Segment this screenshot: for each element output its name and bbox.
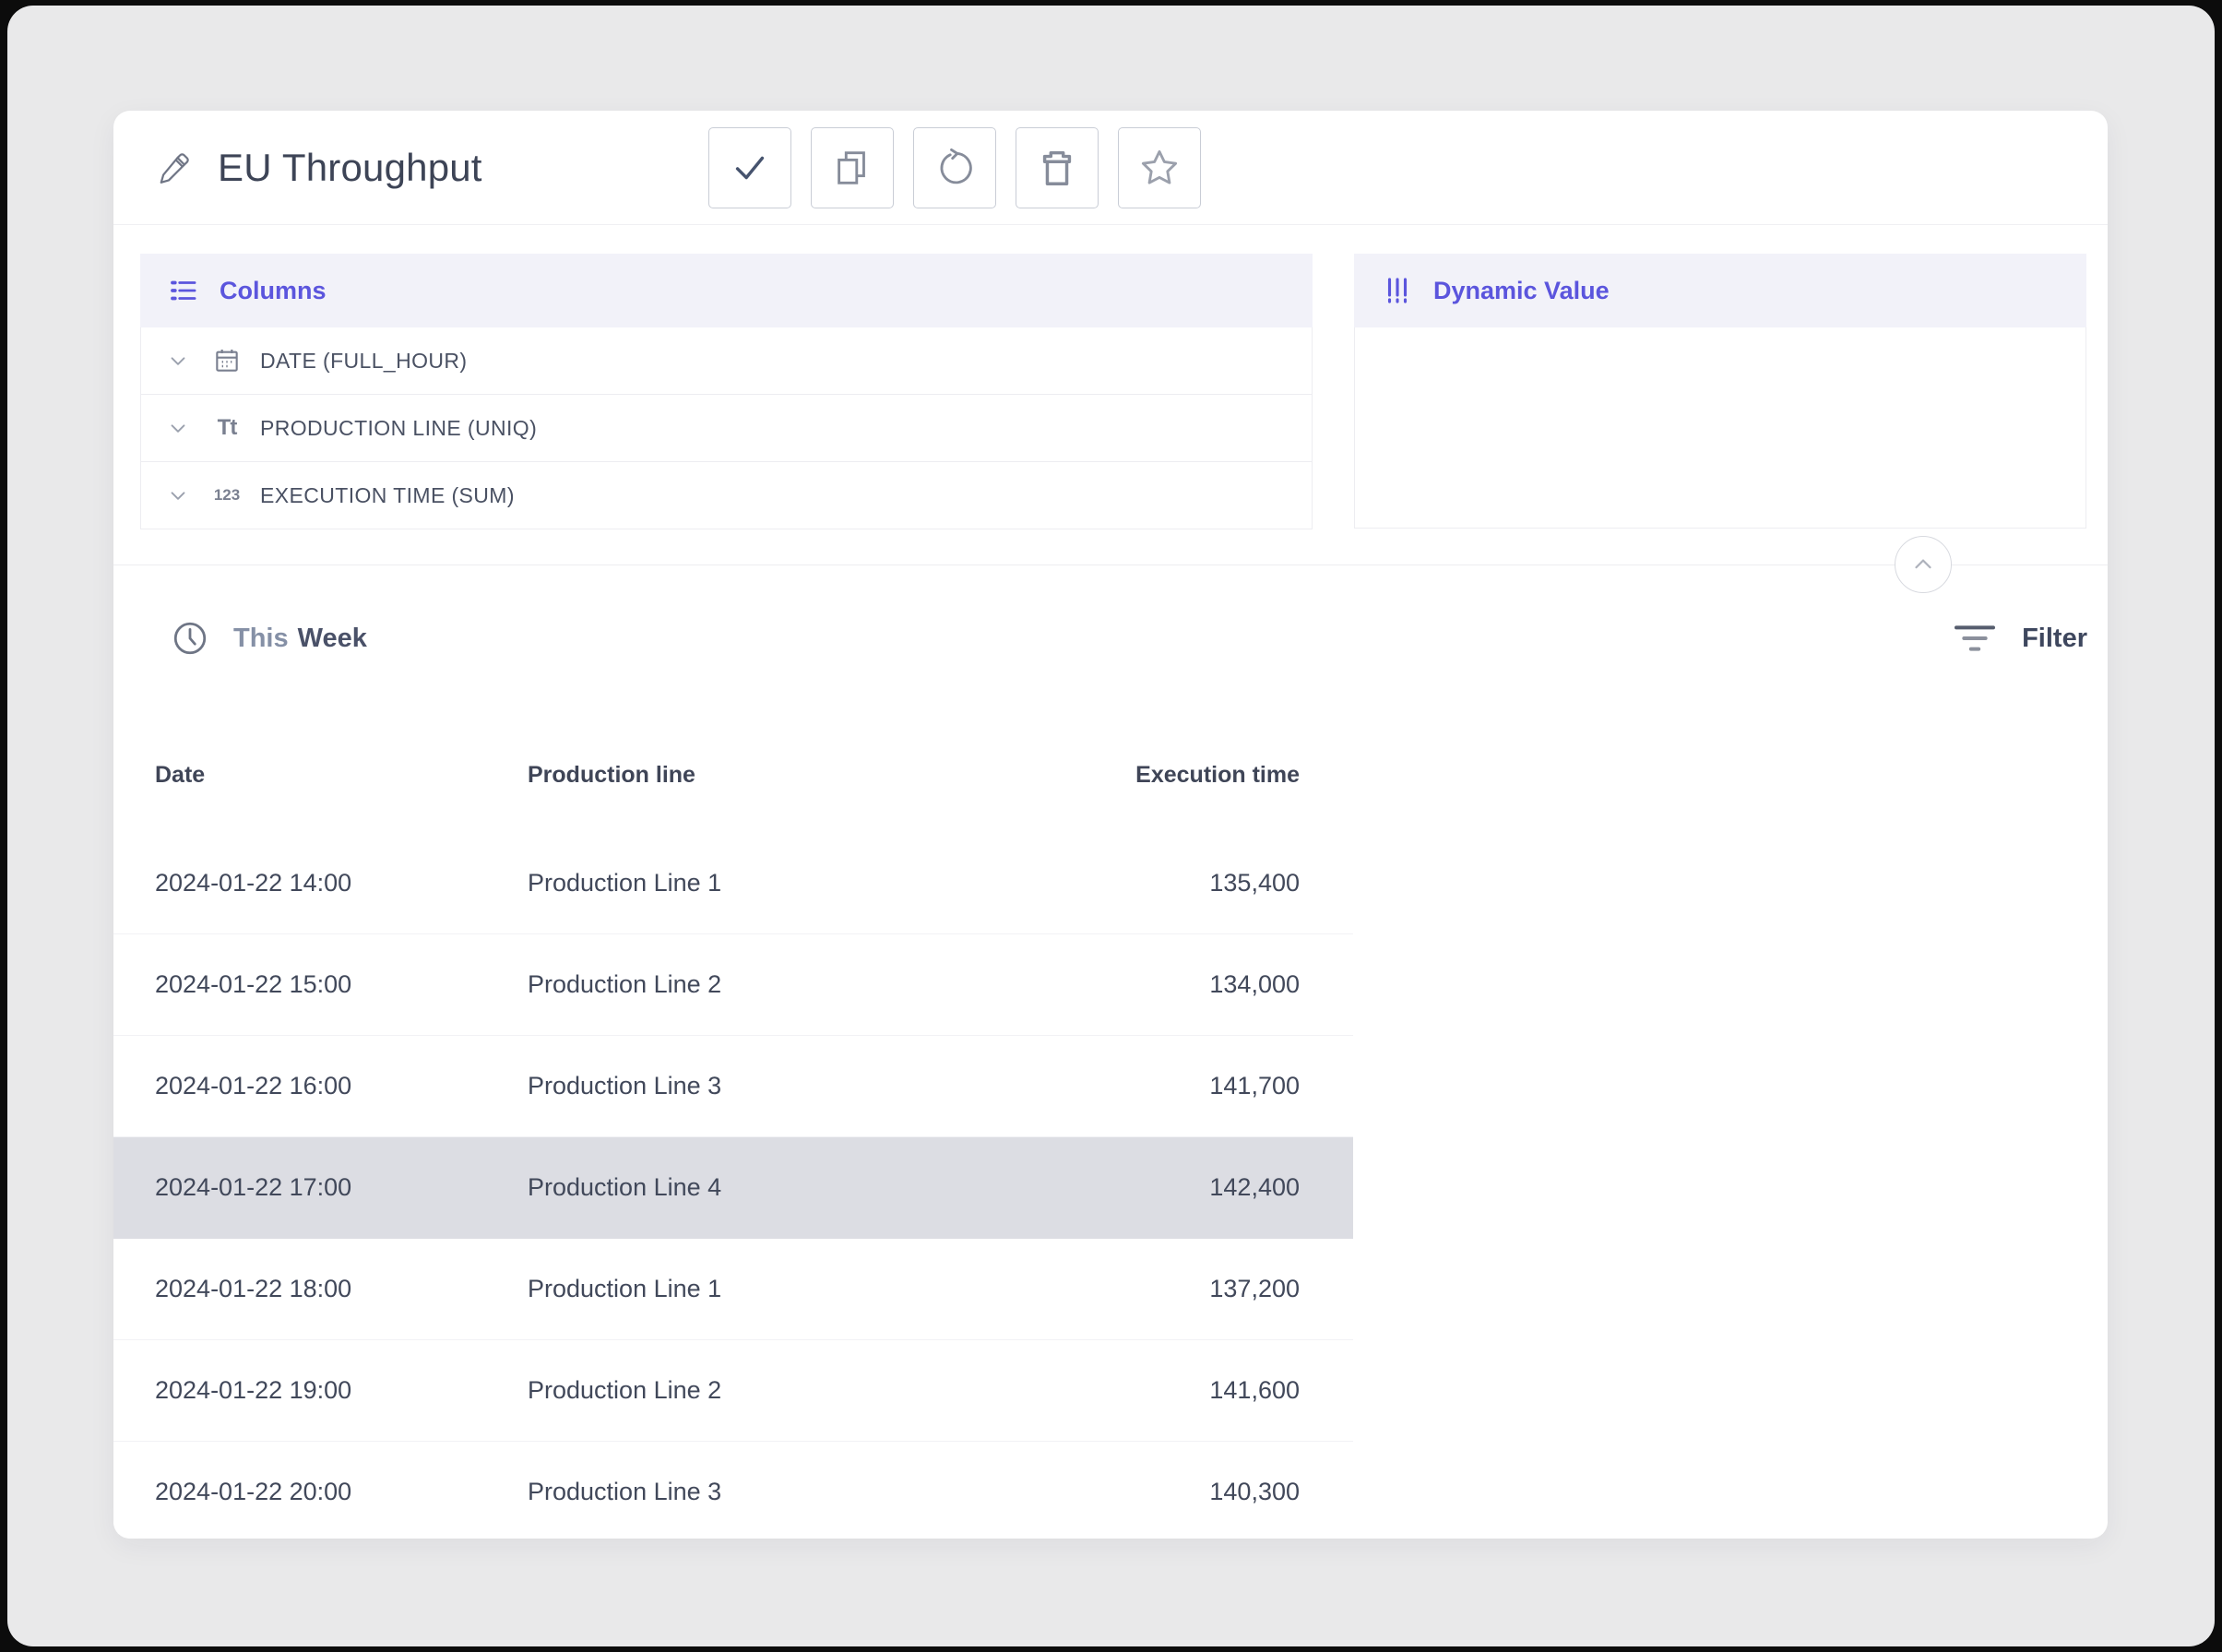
chevron-down-icon[interactable] (166, 416, 190, 440)
cell-date: 2024-01-22 18:00 (155, 1275, 528, 1303)
column-item-label: PRODUCTION LINE (UNIQ) (260, 416, 537, 441)
toolbar (708, 127, 1201, 208)
refresh-button[interactable] (913, 127, 996, 208)
column-item-date[interactable]: DATE (FULL_HOUR) (141, 327, 1312, 395)
table-row[interactable]: 2024-01-22 16:00 Production Line 3 141,7… (113, 1036, 1353, 1137)
dynamic-value-header: Dynamic Value (1354, 254, 2086, 327)
cell-date: 2024-01-22 15:00 (155, 970, 528, 999)
widget-card: EU Throughput (113, 111, 2108, 1539)
trash-icon (1036, 147, 1078, 189)
columns-panel-title: Columns (220, 277, 327, 305)
filter-label: Filter (2022, 624, 2087, 654)
cell-execution-time: 135,400 (1016, 869, 1300, 897)
number-type-icon: 123 (214, 486, 240, 505)
column-item-production-line[interactable]: Tt PRODUCTION LINE (UNIQ) (141, 395, 1312, 462)
check-icon (729, 147, 771, 189)
chevron-up-icon (1909, 551, 1937, 578)
chevron-down-icon[interactable] (166, 349, 190, 373)
table-row-selected[interactable]: 2024-01-22 17:00 Production Line 4 142,4… (113, 1137, 1353, 1239)
star-icon (1138, 147, 1181, 189)
dynamic-value-dropzone[interactable] (1354, 327, 2086, 529)
page-title: EU Throughput (218, 146, 482, 190)
cell-production-line: Production Line 2 (528, 1376, 1016, 1405)
columns-list: DATE (FULL_HOUR) Tt PRODUCTION LINE (UNI… (140, 327, 1313, 529)
cell-date: 2024-01-22 19:00 (155, 1376, 528, 1405)
cell-date: 2024-01-22 16:00 (155, 1072, 528, 1100)
cell-date: 2024-01-22 20:00 (155, 1478, 528, 1506)
cell-production-line: Production Line 1 (528, 1275, 1016, 1303)
cell-execution-time: 142,400 (1016, 1173, 1300, 1202)
table-header-row: Date Production line Execution time (113, 747, 1353, 802)
table-row[interactable]: 2024-01-22 19:00 Production Line 2 141,6… (113, 1340, 1353, 1442)
columns-panel: Columns DATE (FULL_HOUR) (140, 254, 1313, 529)
column-item-label: DATE (FULL_HOUR) (260, 349, 468, 374)
cell-execution-time: 141,700 (1016, 1072, 1300, 1100)
cell-production-line: Production Line 1 (528, 869, 1016, 897)
filter-icon (1952, 620, 1998, 657)
table-row[interactable]: 2024-01-22 14:00 Production Line 1 135,4… (113, 833, 1353, 934)
refresh-icon (933, 147, 976, 189)
table-body: 2024-01-22 14:00 Production Line 1 135,4… (113, 833, 1353, 1539)
columns-panel-header: Columns (140, 254, 1313, 327)
column-item-execution-time[interactable]: 123 EXECUTION TIME (SUM) (141, 462, 1312, 529)
dynamic-value-title: Dynamic Value (1433, 277, 1610, 305)
calendar-icon (212, 346, 242, 375)
cell-execution-time: 141,600 (1016, 1376, 1300, 1405)
table-row[interactable]: 2024-01-22 18:00 Production Line 1 137,2… (113, 1239, 1353, 1340)
cell-production-line: Production Line 2 (528, 970, 1016, 999)
collapse-button[interactable] (1895, 536, 1952, 593)
clock-icon (171, 619, 209, 658)
table-row[interactable]: 2024-01-22 20:00 Production Line 3 140,3… (113, 1442, 1353, 1539)
cell-production-line: Production Line 4 (528, 1173, 1016, 1202)
list-icon (168, 275, 199, 306)
table-header-production-line: Production line (528, 762, 1016, 789)
cell-execution-time: 140,300 (1016, 1478, 1300, 1506)
favorite-button[interactable] (1118, 127, 1201, 208)
copy-icon (831, 147, 873, 189)
cell-production-line: Production Line 3 (528, 1072, 1016, 1100)
chevron-down-icon[interactable] (166, 483, 190, 507)
filter-bar: ThisWeek Filter (113, 609, 2108, 668)
screen: EU Throughput (0, 0, 2222, 1652)
period-label[interactable]: ThisWeek (233, 624, 367, 654)
table-header-execution-time: Execution time (1016, 762, 1300, 789)
cell-date: 2024-01-22 14:00 (155, 869, 528, 897)
edit-pencil-icon[interactable] (157, 150, 192, 185)
filter-button[interactable]: Filter (1952, 609, 2087, 668)
cell-date: 2024-01-22 17:00 (155, 1173, 528, 1202)
cell-execution-time: 134,000 (1016, 970, 1300, 999)
text-type-icon: Tt (218, 415, 237, 441)
delete-button[interactable] (1016, 127, 1099, 208)
table-row[interactable]: 2024-01-22 15:00 Production Line 2 134,0… (113, 934, 1353, 1036)
card-header: EU Throughput (113, 111, 2108, 225)
confirm-button[interactable] (708, 127, 791, 208)
column-item-label: EXECUTION TIME (SUM) (260, 483, 515, 508)
table-header-date: Date (155, 762, 528, 789)
dynamic-value-icon (1382, 275, 1413, 306)
cell-production-line: Production Line 3 (528, 1478, 1016, 1506)
dynamic-value-panel: Dynamic Value (1354, 254, 2086, 529)
duplicate-button[interactable] (811, 127, 894, 208)
cell-execution-time: 137,200 (1016, 1275, 1300, 1303)
